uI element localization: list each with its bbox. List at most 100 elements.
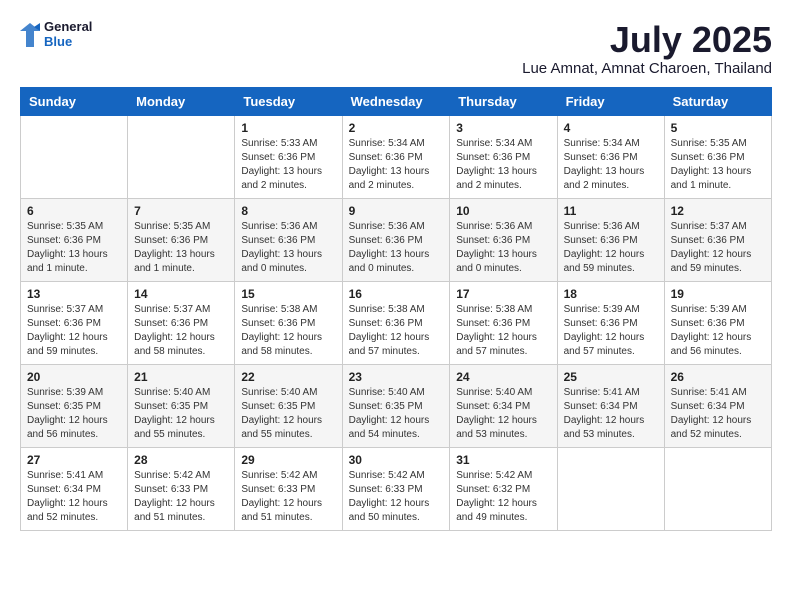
day-info: Sunrise: 5:41 AM Sunset: 6:34 PM Dayligh… [564,386,658,442]
day-number: 18 [564,287,658,301]
day-number: 26 [671,370,765,384]
day-info: Sunrise: 5:37 AM Sunset: 6:36 PM Dayligh… [134,303,228,359]
calendar-cell: 24 Sunrise: 5:40 AM Sunset: 6:34 PM Dayli… [450,364,557,447]
day-info: Sunrise: 5:38 AM Sunset: 6:36 PM Dayligh… [456,303,550,359]
calendar-week-3: 13 Sunrise: 5:37 AM Sunset: 6:36 PM Dayli… [21,281,772,364]
day-number: 22 [241,370,335,384]
calendar-cell: 23 Sunrise: 5:40 AM Sunset: 6:35 PM Dayli… [342,364,450,447]
day-info: Sunrise: 5:36 AM Sunset: 6:36 PM Dayligh… [241,220,335,276]
day-info: Sunrise: 5:42 AM Sunset: 6:33 PM Dayligh… [349,469,444,525]
day-number: 11 [564,204,658,218]
calendar-week-2: 6Sunrise: 5:35 AM Sunset: 6:36 PM Daylig… [21,198,772,281]
logo-text: General Blue [44,20,92,50]
day-info: Sunrise: 5:36 AM Sunset: 6:36 PM Dayligh… [456,220,550,276]
weekday-header-saturday: Saturday [664,87,771,115]
calendar-cell [664,447,771,530]
day-number: 31 [456,453,550,467]
day-number: 3 [456,121,550,135]
calendar-cell: 17 Sunrise: 5:38 AM Sunset: 6:36 PM Dayli… [450,281,557,364]
day-number: 13 [27,287,121,301]
calendar-cell [557,447,664,530]
day-info: Sunrise: 5:35 AM Sunset: 6:36 PM Dayligh… [671,137,765,193]
calendar-cell: 8 Sunrise: 5:36 AM Sunset: 6:36 PM Daylig… [235,198,342,281]
day-info: Sunrise: 5:38 AM Sunset: 6:36 PM Dayligh… [349,303,444,359]
day-number: 7 [134,204,228,218]
calendar-cell: 19 Sunrise: 5:39 AM Sunset: 6:36 PM Dayli… [664,281,771,364]
calendar-cell: 1 Sunrise: 5:33 AM Sunset: 6:36 PM Daylig… [235,115,342,198]
day-number: 20 [27,370,121,384]
calendar-cell: 3Sunrise: 5:34 AM Sunset: 6:36 PM Daylig… [450,115,557,198]
logo-blue: Blue [44,35,92,50]
day-number: 2 [349,121,444,135]
calendar-cell: 26Sunrise: 5:41 AM Sunset: 6:34 PM Dayli… [664,364,771,447]
calendar-cell: 13Sunrise: 5:37 AM Sunset: 6:36 PM Dayli… [21,281,128,364]
calendar-cell: 30 Sunrise: 5:42 AM Sunset: 6:33 PM Dayli… [342,447,450,530]
calendar-cell: 2 Sunrise: 5:34 AM Sunset: 6:36 PM Daylig… [342,115,450,198]
calendar-cell: 11 Sunrise: 5:36 AM Sunset: 6:36 PM Dayli… [557,198,664,281]
day-info: Sunrise: 5:37 AM Sunset: 6:36 PM Dayligh… [671,220,765,276]
day-info: Sunrise: 5:39 AM Sunset: 6:36 PM Dayligh… [671,303,765,359]
day-info: Sunrise: 5:39 AM Sunset: 6:35 PM Dayligh… [27,386,121,442]
day-info: Sunrise: 5:42 AM Sunset: 6:33 PM Dayligh… [134,469,228,525]
calendar-cell: 28 Sunrise: 5:42 AM Sunset: 6:33 PM Dayli… [128,447,235,530]
day-number: 23 [349,370,444,384]
day-number: 8 [241,204,335,218]
weekday-header-thursday: Thursday [450,87,557,115]
calendar-cell: 12Sunrise: 5:37 AM Sunset: 6:36 PM Dayli… [664,198,771,281]
calendar-cell: 27Sunrise: 5:41 AM Sunset: 6:34 PM Dayli… [21,447,128,530]
weekday-header-row: SundayMondayTuesdayWednesdayThursdayFrid… [21,87,772,115]
calendar-cell: 7 Sunrise: 5:35 AM Sunset: 6:36 PM Daylig… [128,198,235,281]
day-number: 28 [134,453,228,467]
title-block: July 2025 Lue Amnat, Amnat Charoen, Thai… [522,20,772,77]
logo-general: General [44,20,92,35]
logo-graphic: General Blue [20,20,92,50]
day-number: 27 [27,453,121,467]
day-number: 19 [671,287,765,301]
calendar-cell: 22 Sunrise: 5:40 AM Sunset: 6:35 PM Dayli… [235,364,342,447]
day-number: 5 [671,121,765,135]
day-info: Sunrise: 5:35 AM Sunset: 6:36 PM Dayligh… [134,220,228,276]
day-info: Sunrise: 5:42 AM Sunset: 6:32 PM Dayligh… [456,469,550,525]
day-info: Sunrise: 5:36 AM Sunset: 6:36 PM Dayligh… [564,220,658,276]
day-number: 1 [241,121,335,135]
weekday-header-friday: Friday [557,87,664,115]
day-info: Sunrise: 5:39 AM Sunset: 6:36 PM Dayligh… [564,303,658,359]
day-info: Sunrise: 5:36 AM Sunset: 6:36 PM Dayligh… [349,220,444,276]
month-title: July 2025 [522,20,772,60]
calendar-week-1: 1 Sunrise: 5:33 AM Sunset: 6:36 PM Daylig… [21,115,772,198]
calendar-cell [128,115,235,198]
day-number: 14 [134,287,228,301]
day-number: 30 [349,453,444,467]
calendar-cell: 20 Sunrise: 5:39 AM Sunset: 6:35 PM Dayli… [21,364,128,447]
day-number: 15 [241,287,335,301]
day-info: Sunrise: 5:34 AM Sunset: 6:36 PM Dayligh… [564,137,658,193]
calendar-cell: 14 Sunrise: 5:37 AM Sunset: 6:36 PM Dayli… [128,281,235,364]
day-info: Sunrise: 5:40 AM Sunset: 6:35 PM Dayligh… [134,386,228,442]
day-number: 21 [134,370,228,384]
day-info: Sunrise: 5:40 AM Sunset: 6:34 PM Dayligh… [456,386,550,442]
day-info: Sunrise: 5:40 AM Sunset: 6:35 PM Dayligh… [349,386,444,442]
weekday-header-sunday: Sunday [21,87,128,115]
calendar-cell: 29Sunrise: 5:42 AM Sunset: 6:33 PM Dayli… [235,447,342,530]
day-info: Sunrise: 5:33 AM Sunset: 6:36 PM Dayligh… [241,137,335,193]
calendar-cell: 10Sunrise: 5:36 AM Sunset: 6:36 PM Dayli… [450,198,557,281]
day-number: 17 [456,287,550,301]
weekday-header-monday: Monday [128,87,235,115]
calendar-cell: 15Sunrise: 5:38 AM Sunset: 6:36 PM Dayli… [235,281,342,364]
day-info: Sunrise: 5:35 AM Sunset: 6:36 PM Dayligh… [27,220,121,276]
calendar-cell: 18 Sunrise: 5:39 AM Sunset: 6:36 PM Dayli… [557,281,664,364]
day-number: 9 [349,204,444,218]
day-number: 25 [564,370,658,384]
day-number: 16 [349,287,444,301]
location-title: Lue Amnat, Amnat Charoen, Thailand [522,60,772,77]
day-info: Sunrise: 5:42 AM Sunset: 6:33 PM Dayligh… [241,469,335,525]
calendar-week-4: 20 Sunrise: 5:39 AM Sunset: 6:35 PM Dayli… [21,364,772,447]
day-info: Sunrise: 5:40 AM Sunset: 6:35 PM Dayligh… [241,386,335,442]
logo-bird-icon [20,23,40,47]
calendar-cell: 21 Sunrise: 5:40 AM Sunset: 6:35 PM Dayli… [128,364,235,447]
logo: General Blue [20,20,92,50]
day-number: 4 [564,121,658,135]
weekday-header-tuesday: Tuesday [235,87,342,115]
day-number: 24 [456,370,550,384]
day-info: Sunrise: 5:34 AM Sunset: 6:36 PM Dayligh… [349,137,444,193]
